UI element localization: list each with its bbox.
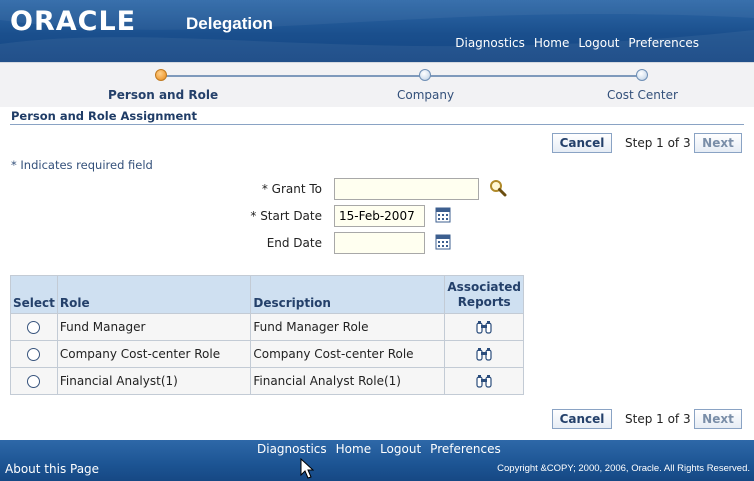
associated-reports-header-line2: Reports bbox=[457, 294, 511, 309]
cancel-button-top[interactable]: Cancel bbox=[552, 133, 612, 153]
description-cell: Company Cost-center Role bbox=[250, 340, 446, 368]
train-connector bbox=[166, 75, 420, 77]
section-divider bbox=[10, 124, 744, 125]
mouse-pointer-icon bbox=[300, 458, 314, 479]
calendar-icon[interactable] bbox=[435, 207, 451, 223]
train-step-company: Company bbox=[397, 88, 455, 102]
footer-link-home[interactable]: Home bbox=[336, 442, 371, 456]
binoculars-icon[interactable] bbox=[475, 320, 493, 334]
select-radio[interactable] bbox=[27, 321, 41, 334]
train-step-person-and-role: Person and Role bbox=[108, 88, 219, 102]
train-step-3-marker bbox=[636, 69, 648, 81]
global-link-preferences[interactable]: Preferences bbox=[628, 36, 699, 50]
train-step-2-marker bbox=[419, 69, 431, 81]
footer-links: Diagnostics Home Logout Preferences bbox=[257, 442, 501, 456]
footer-link-preferences[interactable]: Preferences bbox=[430, 442, 501, 456]
select-radio[interactable] bbox=[27, 348, 41, 361]
table-row: Company Cost-center Role Company Cost-ce… bbox=[10, 340, 524, 368]
end-date-input[interactable] bbox=[334, 232, 425, 254]
global-link-diagnostics[interactable]: Diagnostics bbox=[455, 36, 525, 50]
table-header-row: Select Role Description Associated Repor… bbox=[10, 275, 524, 314]
select-radio[interactable] bbox=[27, 375, 41, 388]
binoculars-icon[interactable] bbox=[475, 374, 493, 388]
section-title: Person and Role Assignment bbox=[11, 109, 197, 123]
copyright-text: Copyright &COPY; 2000, 2006, Oracle. All… bbox=[497, 463, 750, 474]
search-icon[interactable] bbox=[489, 179, 507, 197]
oracle-logo: ORACLE bbox=[10, 6, 137, 37]
column-header-select: Select bbox=[10, 275, 58, 314]
description-cell: Fund Manager Role bbox=[250, 313, 446, 341]
end-date-label: End Date bbox=[266, 236, 322, 250]
train-connector bbox=[430, 75, 637, 77]
required-field-hint: * Indicates required field bbox=[11, 158, 153, 172]
application-title: Delegation bbox=[186, 14, 273, 33]
table-row: Fund Manager Fund Manager Role bbox=[10, 313, 524, 341]
start-date-label: * Start Date bbox=[250, 209, 322, 223]
calendar-icon[interactable] bbox=[435, 234, 451, 250]
next-button-top[interactable]: Next bbox=[694, 133, 742, 153]
cancel-button-bottom[interactable]: Cancel bbox=[552, 409, 612, 429]
next-button-bottom[interactable]: Next bbox=[694, 409, 742, 429]
role-cell: Financial Analyst(1) bbox=[56, 367, 252, 395]
train-step-cost-center: Cost Center bbox=[607, 88, 678, 102]
footer-link-logout[interactable]: Logout bbox=[380, 442, 421, 456]
column-header-role: Role bbox=[56, 275, 252, 314]
roles-table: Select Role Description Associated Repor… bbox=[10, 275, 524, 395]
footer-link-diagnostics[interactable]: Diagnostics bbox=[257, 442, 327, 456]
step-indicator-top: Step 1 of 3 bbox=[625, 136, 691, 150]
grant-to-input[interactable] bbox=[334, 178, 479, 200]
table-row: Financial Analyst(1) Financial Analyst R… bbox=[10, 367, 524, 395]
role-cell: Company Cost-center Role bbox=[56, 340, 252, 368]
associated-reports-header-line1: Associated bbox=[447, 279, 521, 294]
about-this-page-link[interactable]: About this Page bbox=[5, 462, 99, 476]
global-link-logout[interactable]: Logout bbox=[578, 36, 619, 50]
start-date-input[interactable]: 15-Feb-2007 bbox=[334, 205, 425, 227]
global-links: Diagnostics Home Logout Preferences bbox=[455, 36, 699, 50]
step-indicator-bottom: Step 1 of 3 bbox=[625, 412, 691, 426]
column-header-associated-reports: Associated Reports bbox=[444, 275, 524, 314]
column-header-description: Description bbox=[250, 275, 446, 314]
binoculars-icon[interactable] bbox=[475, 347, 493, 361]
grant-to-label: * Grant To bbox=[261, 182, 322, 196]
role-cell: Fund Manager bbox=[56, 313, 252, 341]
global-link-home[interactable]: Home bbox=[534, 36, 569, 50]
train-step-1-marker bbox=[155, 69, 167, 81]
description-cell: Financial Analyst Role(1) bbox=[250, 367, 446, 395]
